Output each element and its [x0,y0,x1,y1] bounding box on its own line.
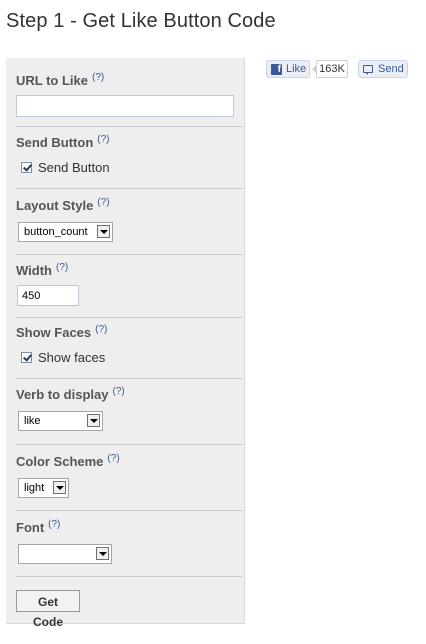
layout-style-help-link[interactable]: (?) [97,197,109,208]
send-button-help-link[interactable]: (?) [97,134,109,145]
width-input[interactable] [17,285,79,306]
verb-section: Verb to display (?) like [16,379,242,445]
verb-select[interactable]: like [18,411,103,431]
font-label: Font (?) [16,519,61,535]
font-select[interactable] [18,544,112,564]
like-count-badge: 163K [312,60,348,78]
like-button-config-panel: URL to Like (?) Send Button (?) Send Butto… [6,58,245,629]
font-help-link[interactable]: (?) [48,519,60,530]
chevron-down-icon[interactable] [87,414,100,427]
send-label: Send [378,63,404,75]
layout-style-selected: button_count [24,226,88,238]
layout-style-select[interactable]: button_count [18,222,113,242]
url-help-link[interactable]: (?) [92,72,104,83]
speech-bubble-icon [363,65,373,75]
url-label: URL to Like (?) [16,72,105,88]
color-scheme-label: Color Scheme (?) [16,453,120,469]
like-button[interactable]: f Like [266,60,310,78]
send-button-label: Send Button (?) [16,134,110,150]
width-section: Width (?) [16,255,242,318]
chevron-down-icon[interactable] [97,225,110,238]
send-button-section: Send Button (?) Send Button [16,127,242,189]
show-faces-label: Show Faces (?) [16,324,108,340]
width-label: Width (?) [16,262,69,278]
chevron-down-icon[interactable] [53,481,66,494]
chevron-down-icon[interactable] [96,547,109,560]
send-button[interactable]: Send [358,60,408,78]
like-label: Like [286,63,307,75]
show-faces-checkbox[interactable] [21,352,32,364]
width-help-link[interactable]: (?) [56,262,68,273]
font-section: Font (?) [16,511,242,577]
show-faces-help-link[interactable]: (?) [95,324,107,335]
verb-label: Verb to display (?) [16,386,125,402]
layout-style-section: Layout Style (?) button_count [16,189,242,255]
show-faces-section: Show Faces (?) Show faces [16,318,242,379]
layout-style-label: Layout Style (?) [16,197,110,213]
send-button-checkbox[interactable] [21,162,32,174]
send-button-checkbox-label: Send Button [38,160,110,175]
send-button-checkbox-row[interactable]: Send Button [21,160,110,175]
verb-help-link[interactable]: (?) [112,386,124,397]
color-scheme-selected: light [24,482,45,494]
url-input[interactable] [16,95,234,117]
page-title: Step 1 - Get Like Button Code [6,10,276,32]
color-scheme-section: Color Scheme (?) light [16,445,242,511]
facebook-f-icon: f [271,64,282,75]
get-code-button[interactable]: Get Code [16,590,80,629]
color-scheme-help-link[interactable]: (?) [107,453,119,464]
color-scheme-select[interactable]: light [18,478,69,498]
show-faces-checkbox-label: Show faces [38,350,106,365]
url-section: URL to Like (?) [16,58,242,127]
show-faces-checkbox-row[interactable]: Show faces [21,350,105,365]
verb-selected: like [24,415,41,427]
